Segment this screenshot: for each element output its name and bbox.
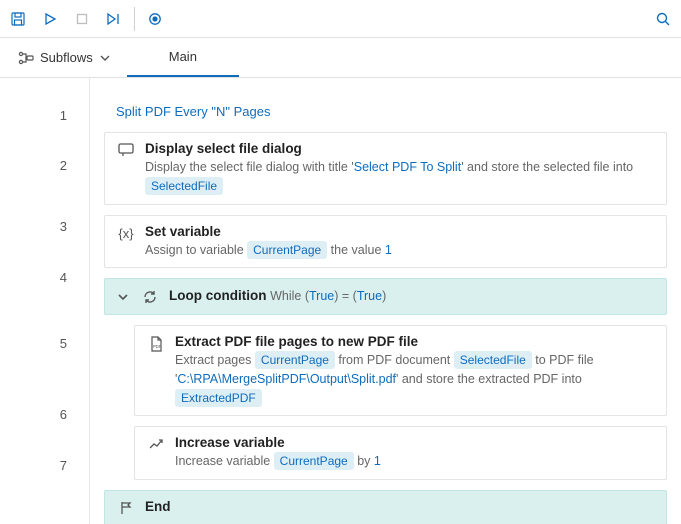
svg-text:PDF: PDF [153,344,162,349]
tab-strip: Subflows Main [0,38,681,78]
pdf-icon: PDF [148,336,164,352]
subflows-icon [18,51,34,65]
search-icon [655,11,671,27]
save-button[interactable] [2,3,34,35]
tab-main[interactable]: Main [127,38,239,77]
action-desc: Display the select file dialog with titl… [145,158,654,196]
increase-icon [148,437,164,451]
flow-content: Split PDF Every "N" Pages Display select… [90,78,681,524]
line-number: 7 [0,442,89,488]
action-desc: Assign to variable CurrentPage the value… [145,241,654,260]
play-icon [43,12,57,26]
action-desc: While (True) = (True) [270,289,386,303]
region-header[interactable]: Split PDF Every "N" Pages [104,98,667,126]
loop-icon [142,289,158,305]
dialog-icon [118,143,134,157]
action-display-file-dialog[interactable]: Display select file dialog Display the s… [104,132,667,205]
variable-icon: {x} [118,226,133,241]
action-title: Extract PDF file pages to new PDF file [175,334,654,349]
action-title: End [145,499,654,514]
action-desc: Increase variable CurrentPage by 1 [175,452,654,471]
variable-chip: ExtractedPDF [175,389,262,407]
line-number: 3 [0,198,89,254]
action-title: Display select file dialog [145,141,654,156]
line-number: 6 [0,386,89,442]
record-icon [148,12,162,26]
tab-main-label: Main [169,49,197,64]
top-toolbar [0,0,681,38]
search-button[interactable] [647,3,679,35]
action-end[interactable]: End [104,490,667,524]
toolbar-separator [134,7,135,31]
region-title: Split PDF Every "N" Pages [116,104,270,119]
chevron-down-icon [99,52,111,64]
action-title: Set variable [145,224,654,239]
stop-button[interactable] [66,3,98,35]
variable-chip: CurrentPage [274,452,354,470]
record-button[interactable] [139,3,171,35]
variable-chip: CurrentPage [255,351,335,369]
stop-icon [76,13,88,25]
variable-chip: SelectedFile [145,177,223,195]
step-icon [106,12,122,26]
line-number: 5 [0,300,89,386]
action-loop-condition[interactable]: Loop condition While (True) = (True) [104,278,667,315]
flag-icon [119,501,133,515]
variable-chip: CurrentPage [247,241,327,259]
chevron-down-icon [117,291,129,303]
variable-chip: SelectedFile [454,351,532,369]
action-title: Increase variable [175,435,654,450]
action-desc: Extract pages CurrentPage from PDF docum… [175,351,654,407]
save-icon [10,11,26,27]
run-button[interactable] [34,3,66,35]
step-button[interactable] [98,3,130,35]
flow-editor: 1 2 3 4 5 6 7 Split PDF Every "N" Pages … [0,78,681,524]
action-set-variable[interactable]: {x} Set variable Assign to variable Curr… [104,215,667,269]
line-number: 1 [0,98,89,132]
action-extract-pdf[interactable]: PDF Extract PDF file pages to new PDF fi… [134,325,667,416]
subflows-dropdown[interactable]: Subflows [10,38,119,77]
action-title: Loop condition [169,288,266,303]
loop-body: PDF Extract PDF file pages to new PDF fi… [134,325,667,480]
subflows-label: Subflows [40,50,93,65]
action-increase-variable[interactable]: Increase variable Increase variable Curr… [134,426,667,480]
line-number: 2 [0,132,89,198]
line-number: 4 [0,254,89,300]
line-gutter: 1 2 3 4 5 6 7 [0,78,90,524]
